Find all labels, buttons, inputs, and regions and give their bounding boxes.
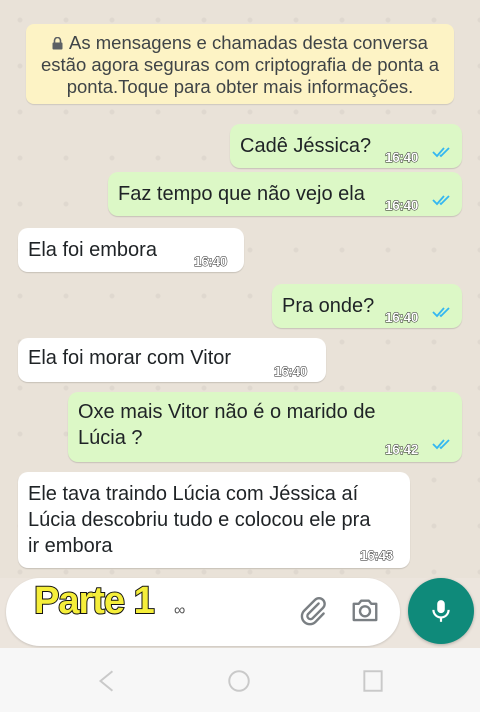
double-check-icon xyxy=(432,307,450,318)
message-bubble-outgoing[interactable]: Faz tempo que não vejo ela 16:40 xyxy=(108,172,462,216)
message-text: Ela foi embora xyxy=(28,239,157,261)
message-bubble-incoming[interactable]: Ele tava traindo Lúcia com Jéssica aí Lú… xyxy=(18,472,410,568)
chat-area[interactable]: As mensagens e chamadas desta conversa e… xyxy=(0,0,480,578)
message-time: 16:40 xyxy=(385,198,419,214)
message-bubble-incoming[interactable]: Ela foi embora 16:40 xyxy=(18,228,244,272)
paperclip-icon[interactable] xyxy=(298,596,328,626)
overlay-caption: Parte 1 xyxy=(33,579,156,623)
message-bubble-incoming[interactable]: Ela foi morar com Vitor 16:40 xyxy=(18,338,326,382)
message-time: 16:42 xyxy=(385,442,419,458)
message-bubble-outgoing[interactable]: Pra onde? 16:40 xyxy=(272,284,462,328)
encryption-notice-text: As mensagens e chamadas desta conversa e… xyxy=(41,32,439,97)
message-text: Cadê Jéssica? xyxy=(240,135,372,157)
camera-icon[interactable] xyxy=(350,595,380,625)
typed-text: ∞ xyxy=(174,602,185,619)
double-check-icon xyxy=(432,439,450,450)
message-text-line-1: Oxe mais Vitor não é o marido de xyxy=(78,401,376,423)
home-icon[interactable] xyxy=(226,668,252,694)
mic-button[interactable] xyxy=(408,578,474,644)
double-check-icon xyxy=(432,195,450,206)
message-bubble-outgoing[interactable]: Oxe mais Vitor não é o marido de Lúcia ?… xyxy=(68,392,462,462)
system-navigation-bar xyxy=(0,648,480,712)
message-text: Pra onde? xyxy=(282,295,375,317)
message-text-line-1: Ele tava traindo Lúcia com Jéssica aí xyxy=(28,483,359,505)
message-time: 16:43 xyxy=(360,548,394,564)
message-text-line-2: Lúcia ? xyxy=(78,427,143,449)
double-check-icon xyxy=(432,147,450,158)
message-text: Faz tempo que não vejo ela xyxy=(118,183,365,205)
microphone-icon xyxy=(432,600,450,622)
message-time: 16:40 xyxy=(274,364,308,380)
back-icon[interactable] xyxy=(94,668,120,694)
message-text-line-3: ir embora xyxy=(28,535,113,557)
encryption-notice[interactable]: As mensagens e chamadas desta conversa e… xyxy=(26,24,454,104)
message-time: 16:40 xyxy=(194,254,228,270)
message-input[interactable]: Parte 1 ∞ xyxy=(6,578,400,646)
recents-icon[interactable] xyxy=(360,668,386,694)
message-time: 16:40 xyxy=(385,150,419,166)
message-time: 16:40 xyxy=(385,310,419,326)
message-text-line-2: Lúcia descobriu tudo e colocou ele pra xyxy=(28,509,371,531)
message-text: Ela foi morar com Vitor xyxy=(28,347,232,369)
message-bubble-outgoing[interactable]: Cadê Jéssica? 16:40 xyxy=(230,124,462,168)
lock-icon xyxy=(52,37,63,50)
